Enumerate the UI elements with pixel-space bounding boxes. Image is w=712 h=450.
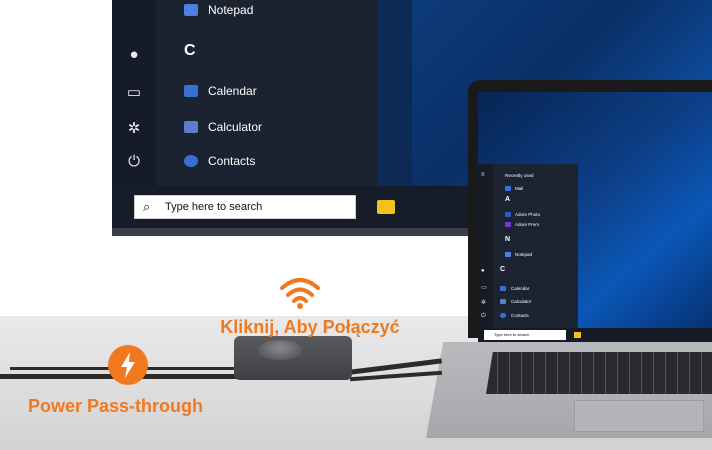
menu-item-calendar[interactable]: Calendar xyxy=(208,84,257,98)
power-icon[interactable]: ⏻ xyxy=(125,153,143,171)
menu-item-notepad[interactable]: Notepad xyxy=(208,3,253,17)
contacts-icon xyxy=(184,155,198,167)
recent-header: Recently used xyxy=(505,173,534,178)
search-icon: ⌕ xyxy=(143,199,151,214)
wifi-icon xyxy=(280,278,320,309)
search-placeholder: Type here to search xyxy=(165,201,263,213)
lightning-icon xyxy=(108,345,148,385)
gear-icon[interactable]: ✲ xyxy=(125,120,143,138)
calculator-icon xyxy=(500,299,506,304)
power-icon[interactable]: ⏻ xyxy=(481,313,486,320)
laptop-trackpad xyxy=(574,400,704,432)
menu-item-notepad[interactable]: Notepad xyxy=(515,252,532,257)
file-explorer-icon[interactable] xyxy=(377,200,395,214)
photo-icon xyxy=(505,212,511,217)
picture-icon[interactable]: ▭ xyxy=(125,84,143,102)
menu-item-adore-prem[interactable]: Adore Prem xyxy=(515,222,539,227)
section-letter[interactable]: A xyxy=(505,196,510,203)
calendar-icon xyxy=(500,286,506,291)
start-menu-rail: ● ▭ ✲ ⏻ xyxy=(112,0,156,186)
laptop-search-input[interactable]: Type here to search xyxy=(484,330,566,340)
premiere-icon xyxy=(505,222,511,227)
hamburger-icon[interactable]: ≡ xyxy=(481,172,485,178)
calculator-icon xyxy=(184,121,198,133)
menu-item-calculator[interactable]: Calculator xyxy=(511,299,531,304)
contacts-icon xyxy=(500,313,506,318)
laptop-keyboard xyxy=(486,352,712,394)
notepad-icon xyxy=(505,252,511,257)
laptop-search-placeholder: Type here to search xyxy=(494,332,530,337)
section-letter[interactable]: N xyxy=(505,236,510,243)
section-letter[interactable]: C xyxy=(500,266,505,273)
menu-item-contacts[interactable]: Contacts xyxy=(208,154,255,168)
menu-item-contacts[interactable]: Contacts xyxy=(511,313,529,318)
user-icon[interactable]: ● xyxy=(481,268,485,274)
menu-item-calculator[interactable]: Calculator xyxy=(208,120,262,134)
search-input[interactable]: ⌕ Type here to search xyxy=(134,195,356,219)
mail-icon xyxy=(505,186,511,191)
power-pass-through-label: Power Pass-through xyxy=(28,396,204,416)
gear-icon[interactable]: ✲ xyxy=(481,299,486,306)
connect-label: Kliknij, Aby Połączyć xyxy=(220,317,400,337)
dongle-connect-button[interactable] xyxy=(258,340,302,360)
picture-icon[interactable]: ▭ xyxy=(481,284,487,291)
notepad-icon xyxy=(184,4,198,16)
calendar-icon xyxy=(184,85,198,97)
file-explorer-icon[interactable] xyxy=(574,332,581,338)
menu-item-calendar[interactable]: Calendar xyxy=(511,286,529,291)
section-letter[interactable]: C xyxy=(184,42,196,60)
user-icon[interactable]: ● xyxy=(125,46,143,64)
menu-item-adore-photo[interactable]: Adore Photo xyxy=(515,212,540,217)
menu-item-mail[interactable]: Mail xyxy=(515,186,523,191)
